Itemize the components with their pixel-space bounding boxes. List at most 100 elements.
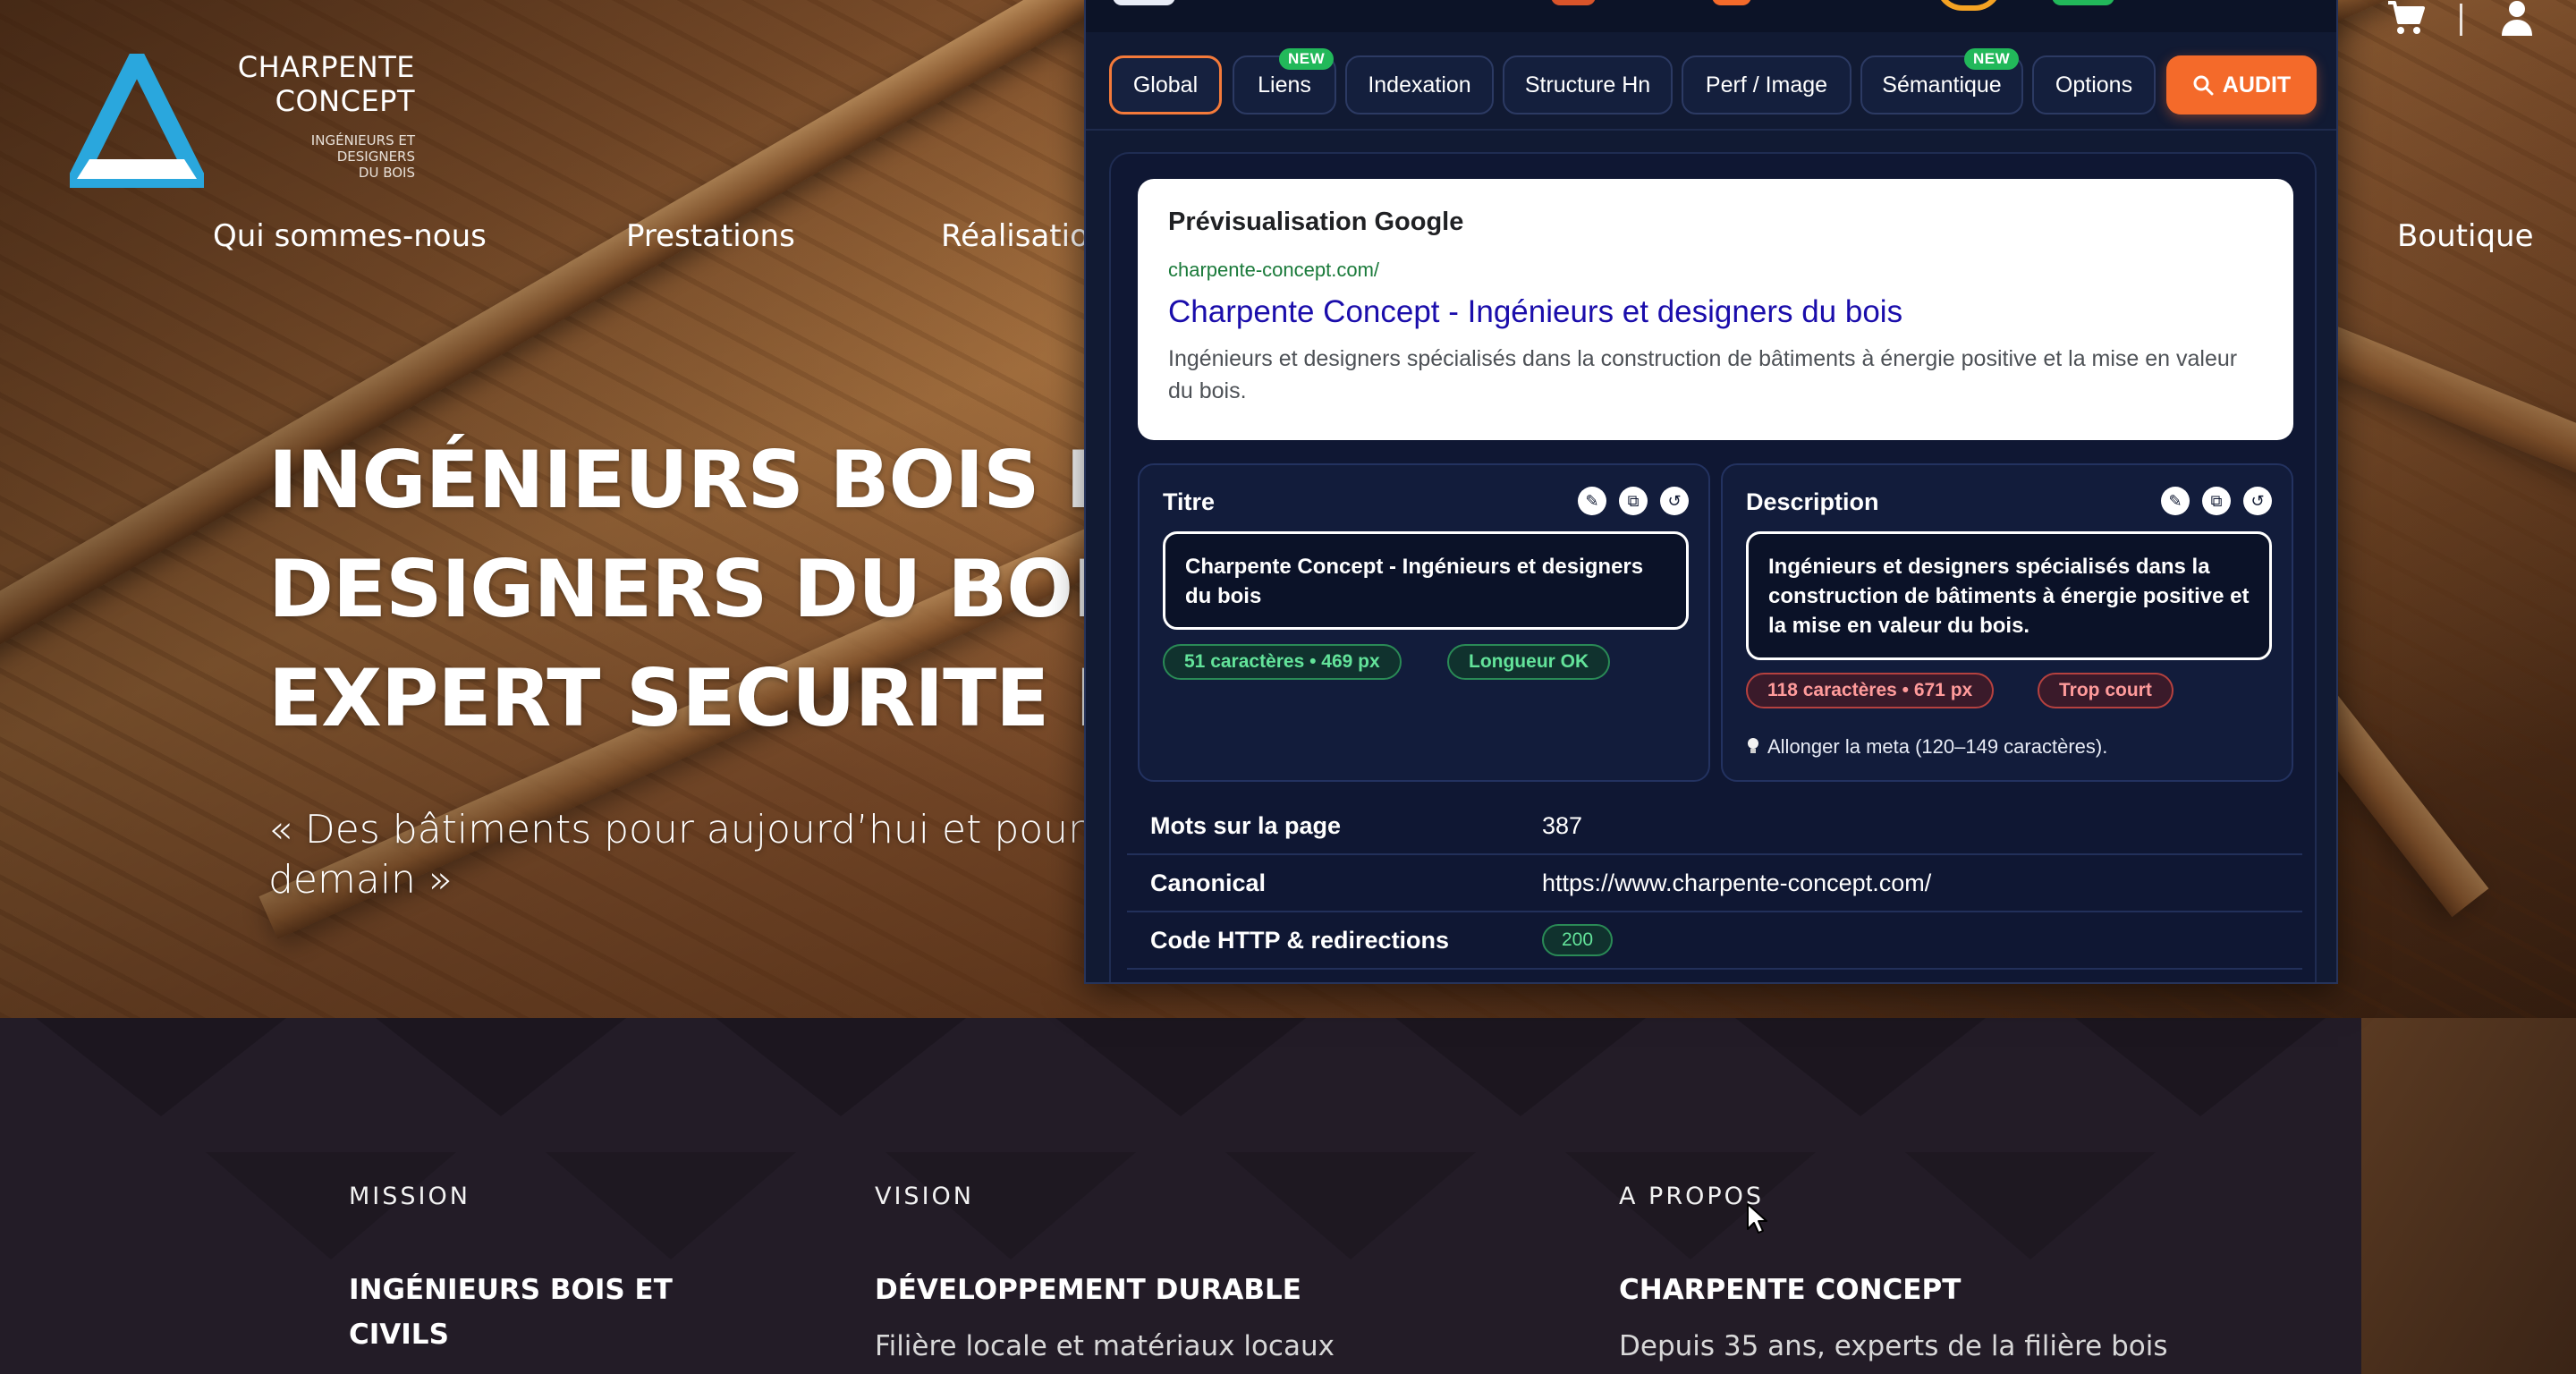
- description-value-field[interactable]: Ingénieurs et designers spécialisés dans…: [1746, 531, 2272, 660]
- strip-chip: [1551, 0, 1596, 5]
- canonical-link[interactable]: https://www.charpente-concept.com/: [1542, 869, 1931, 897]
- logo-title-line: CONCEPT: [275, 84, 415, 118]
- nav-item-boutique[interactable]: Boutique: [2397, 218, 2534, 254]
- footer-column-text: Filière locale et matériaux locaux: [875, 1330, 1335, 1362]
- footer-column-label: VISION: [875, 1183, 974, 1210]
- row-key: Mots sur la page: [1150, 811, 1342, 839]
- title-card-actions: ✎ ⧉ ↺: [1578, 487, 1689, 515]
- description-card: Description ✎ ⧉ ↺ Ingénieurs et designer…: [1721, 463, 2293, 782]
- title-status-badge: Longueur OK: [1447, 644, 1611, 680]
- title-value-field[interactable]: Charpente Concept - Ingénieurs et design…: [1163, 531, 1689, 630]
- footer-column-heading: INGÉNIEURS BOIS ET CIVILS: [349, 1268, 673, 1357]
- tab-label: Sémantique: [1882, 72, 2002, 98]
- panel-tabs: Global Liens NEW Indexation Structure Hn…: [1109, 48, 2317, 116]
- pattern-shape: [2075, 1018, 2326, 1116]
- title-card-heading: Titre: [1163, 488, 1216, 515]
- seo-extension-panel: Global Liens NEW Indexation Structure Hn…: [1084, 0, 2338, 984]
- tab-indexation[interactable]: Indexation: [1345, 55, 1494, 114]
- pattern-shape: [36, 1018, 286, 1116]
- row-value: 387: [1542, 811, 1583, 839]
- lightbulb-icon: [1748, 738, 1758, 753]
- description-card-heading: Description: [1746, 488, 1879, 515]
- mouse-cursor-icon: [1747, 1203, 1767, 1234]
- footer-column-label: A PROPOS: [1619, 1183, 1765, 1210]
- google-preview-url: charpente-concept.com/: [1168, 259, 1380, 281]
- copy-icon[interactable]: ⧉: [1619, 487, 1648, 515]
- http-status-badge: 200: [1542, 924, 1614, 956]
- google-preview-heading: Prévisualisation Google: [1168, 208, 1464, 236]
- header-separator: [2460, 4, 2462, 36]
- user-icon[interactable]: [2501, 0, 2533, 36]
- footer-column-text: Depuis 35 ans, experts de la filière boi…: [1619, 1330, 2168, 1362]
- tab-global[interactable]: Global: [1109, 55, 1222, 114]
- hero-title-line: DESIGNERS DU BOIS: [268, 543, 1157, 635]
- footer-column-label: MISSION: [349, 1183, 470, 1210]
- panel-top-strip: [1086, 0, 2336, 32]
- footer-column-heading: DÉVELOPPEMENT DURABLE: [875, 1274, 1301, 1306]
- new-badge: NEW: [1279, 48, 1335, 70]
- tab-label: Indexation: [1368, 72, 1471, 98]
- logo-subtitle-line: DESIGNERS: [336, 148, 415, 165]
- title-stats-badge: 51 caractères • 469 px: [1163, 644, 1402, 680]
- pencil-icon[interactable]: ✎: [1578, 487, 1606, 515]
- title-card: Titre ✎ ⧉ ↺ Charpente Concept - Ingénieu…: [1138, 463, 1710, 782]
- tab-label: Structure Hn: [1524, 72, 1651, 98]
- hero-title: INGÉNIEURS BOIS ET DESIGNERS DU BOIS EXP…: [268, 426, 1172, 753]
- tab-label: Global: [1132, 72, 1199, 98]
- nav-item-qui-sommes-nous[interactable]: Qui sommes-nous: [213, 218, 487, 254]
- strip-chip: [1113, 0, 1175, 5]
- table-row: Mots sur la page 387: [1127, 798, 2302, 855]
- panel-divider: [1086, 129, 2336, 131]
- description-hint: Allonger la meta (120–149 caractères).: [1746, 735, 2107, 759]
- tab-semantique[interactable]: Sémantique NEW: [1860, 48, 2023, 114]
- tab-perf-image[interactable]: Perf / Image: [1682, 55, 1852, 114]
- footer-column-heading: CHARPENTE CONCEPT: [1619, 1274, 1962, 1306]
- score-ring-icon: [1936, 0, 2002, 11]
- reset-icon[interactable]: ↺: [2243, 487, 2272, 515]
- footer-column-a-propos: A PROPOS CHARPENTE CONCEPT Depuis 35 ans…: [1619, 1183, 2168, 1366]
- page-info-table: Mots sur la page 387 Canonical https://w…: [1127, 798, 2302, 970]
- row-key: Canonical: [1150, 869, 1267, 896]
- footer-column-mission: MISSION INGÉNIEURS BOIS ET CIVILS: [349, 1183, 673, 1357]
- footer-heading-line: INGÉNIEURS BOIS ET: [349, 1274, 673, 1306]
- google-preview-title[interactable]: Charpente Concept - Ingénieurs et design…: [1168, 294, 2263, 330]
- pattern-shape: [1395, 1018, 1646, 1116]
- footer-image-edge: [2361, 1018, 2576, 1374]
- nav-item-prestations[interactable]: Prestations: [626, 218, 795, 254]
- logo-title-line: CHARPENTE: [237, 50, 415, 84]
- hero-title-line: INGÉNIEURS BOIS ET: [268, 434, 1172, 526]
- footer-heading-line: CIVILS: [349, 1319, 449, 1351]
- nav-item-realisations[interactable]: Réalisatio: [941, 218, 1089, 254]
- reset-icon[interactable]: ↺: [1660, 487, 1689, 515]
- cart-icon[interactable]: [2386, 0, 2426, 36]
- logo-title: CHARPENTE CONCEPT: [182, 50, 415, 118]
- pattern-shape: [376, 1018, 626, 1116]
- pattern-shape: [1055, 1018, 1306, 1116]
- description-stats-badge: 118 caractères • 671 px: [1746, 673, 1995, 708]
- tab-liens[interactable]: Liens NEW: [1233, 48, 1336, 114]
- tab-options[interactable]: Options: [2032, 55, 2156, 114]
- google-preview-description: Ingénieurs et designers spécialisés dans…: [1168, 346, 2238, 403]
- hero-title-line: EXPERT SECURITE IN: [268, 652, 1169, 744]
- table-row: Code HTTP & redirections 200: [1127, 912, 2302, 970]
- copy-icon[interactable]: ⧉: [2202, 487, 2231, 515]
- tab-label: Options: [2055, 72, 2133, 98]
- pencil-icon[interactable]: ✎: [2161, 487, 2190, 515]
- row-key: Code HTTP & redirections: [1150, 926, 1450, 954]
- logo-subtitle-line: INGÉNIEURS ET: [310, 132, 415, 148]
- google-preview: Prévisualisation Google charpente-concep…: [1138, 179, 2293, 440]
- site-logo[interactable]: CHARPENTE CONCEPT INGÉNIEURS ET DESIGNER…: [70, 50, 415, 188]
- new-badge: NEW: [1964, 48, 2020, 70]
- strip-chip: [2052, 0, 2114, 5]
- logo-subtitle-line: DU BOIS: [358, 165, 415, 181]
- tab-label: Liens: [1258, 72, 1311, 98]
- strip-chip: [1712, 0, 1751, 5]
- hero-quote: « Des bâtiments pour aujourd’hui et pour…: [268, 807, 1085, 903]
- global-tab-content: Prévisualisation Google charpente-concep…: [1109, 152, 2317, 982]
- logo-subtitle: INGÉNIEURS ET DESIGNERS DU BOIS: [227, 132, 415, 181]
- audit-button[interactable]: AUDIT: [2166, 55, 2317, 114]
- audit-button-label: AUDIT: [2222, 72, 2292, 98]
- search-icon: [2193, 75, 2214, 96]
- tab-structure-hn[interactable]: Structure Hn: [1503, 55, 1673, 114]
- description-card-actions: ✎ ⧉ ↺: [2161, 487, 2272, 515]
